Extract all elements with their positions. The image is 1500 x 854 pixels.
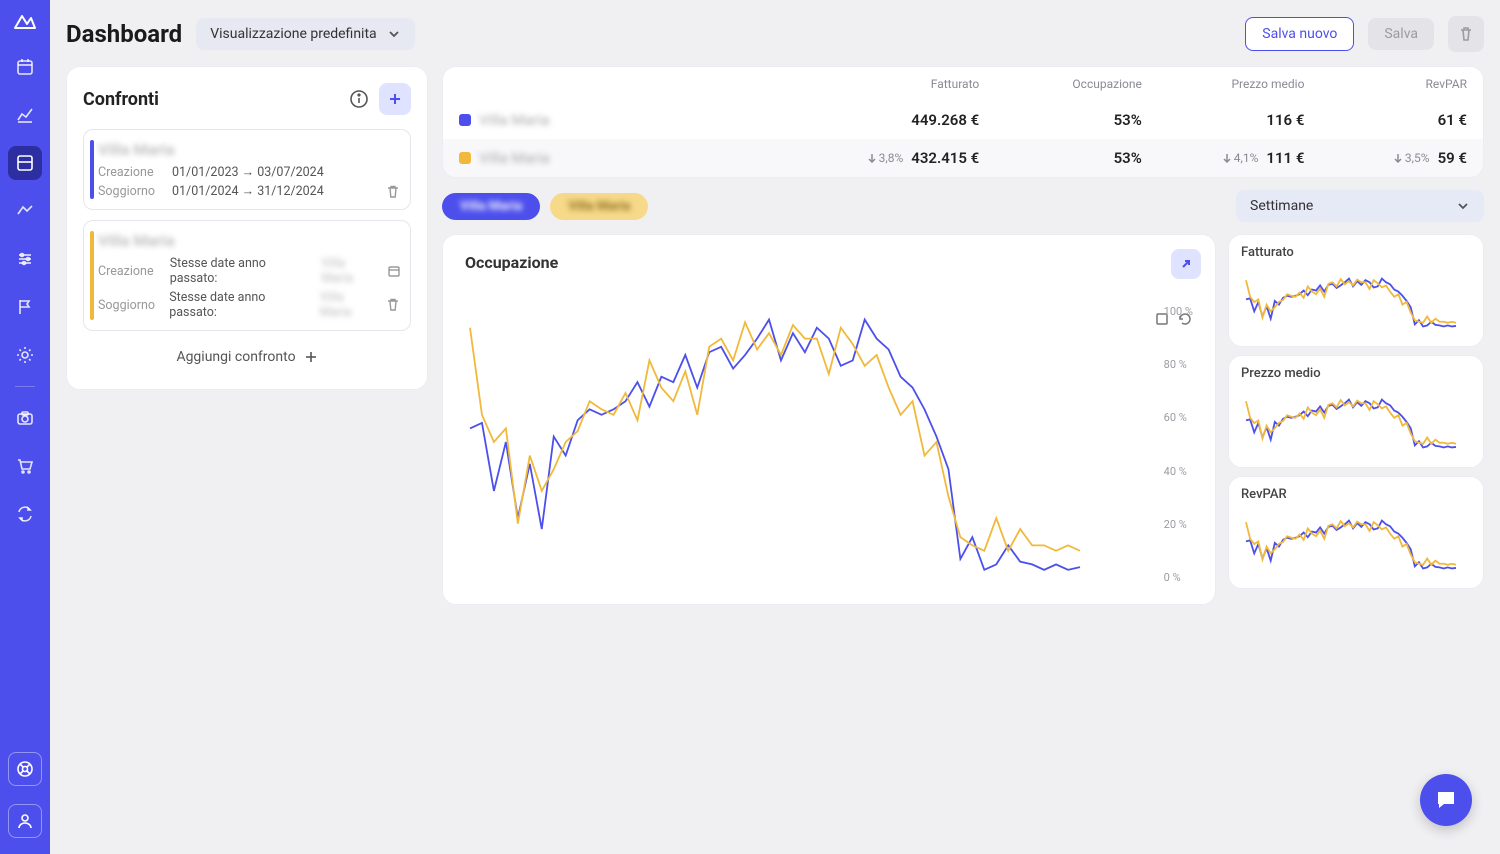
mini-chart-prezzo[interactable]: Prezzo medio: [1228, 355, 1484, 468]
nav-sync-icon[interactable]: [8, 497, 42, 531]
mini-chart-plot: [1241, 508, 1461, 578]
color-stripe: [90, 231, 94, 320]
diff-revpar: 3,5%: [1393, 151, 1430, 165]
nav-user-icon[interactable]: [8, 804, 42, 838]
nav-flag-icon[interactable]: [8, 290, 42, 324]
stats-header-prezzo: Prezzo medio: [1142, 77, 1305, 91]
creazione-prefix: Stesse date anno passato:: [170, 256, 312, 286]
page-title: Dashboard: [66, 20, 182, 48]
soggiorno-value: 01/01/2024 → 31/12/2024: [172, 184, 324, 199]
period-dropdown[interactable]: Settimane: [1236, 190, 1484, 222]
calendar-icon: [388, 265, 400, 277]
confronto-card-2: Villa Maria Creazione Stesse date anno p…: [83, 220, 411, 331]
nav-chart-icon[interactable]: [8, 98, 42, 132]
chat-bubble-button[interactable]: [1420, 774, 1472, 826]
mini-chart-title: Prezzo medio: [1241, 366, 1471, 381]
chevron-down-icon: [387, 27, 401, 41]
creazione-value: 01/01/2023 → 03/07/2024: [172, 165, 324, 180]
stats-row-name: Villa Maria: [479, 149, 550, 167]
nav-cart-icon[interactable]: [8, 449, 42, 483]
nav-dashboard-icon[interactable]: [8, 146, 42, 180]
stats-row-2: Villa Maria 3,8%432.415 € 53% 4,1%111 € …: [443, 139, 1483, 177]
main-chart-plot: [465, 296, 1085, 586]
cell-revpar: 59 €: [1438, 149, 1467, 167]
add-confronto-link[interactable]: Aggiungi confronto: [83, 341, 411, 373]
info-icon[interactable]: [349, 89, 369, 109]
main-chart-title: Occupazione: [465, 253, 1197, 272]
soggiorno-label: Soggiorno: [98, 184, 162, 199]
stats-row-1: Villa Maria 449.268 € 53% 116 € 61 €: [443, 101, 1483, 139]
creazione-blur: Villa Maria: [321, 256, 378, 286]
y-axis-labels: 100 % 80 % 60 % 40 % 20 % 0 %: [1164, 305, 1193, 584]
stats-header-occupazione: Occupazione: [979, 77, 1142, 91]
save-button[interactable]: Salva: [1368, 18, 1434, 50]
main-chart-card: Occupazione 100 % 80 % 60 %: [442, 234, 1216, 605]
confronto-name: Villa Maria: [98, 231, 400, 250]
delete-view-button[interactable]: [1448, 16, 1484, 52]
stats-header-revpar: RevPAR: [1304, 77, 1467, 91]
confronti-title: Confronti: [83, 89, 159, 110]
add-confronto-label: Aggiungi confronto: [176, 349, 295, 365]
confronto-card-1: Villa Maria Creazione 01/01/2023 → 03/07…: [83, 129, 411, 210]
swatch-icon: [459, 152, 471, 164]
delete-confronto-button[interactable]: [386, 298, 400, 312]
cell-occupazione: 53%: [979, 149, 1142, 167]
sidebar-divider: [15, 386, 35, 387]
color-stripe: [90, 140, 94, 199]
cell-fatturato: 432.415 €: [911, 149, 979, 167]
creazione-label: Creazione: [98, 165, 162, 180]
mini-chart-plot: [1241, 387, 1461, 457]
soggiorno-label: Soggiorno: [98, 298, 159, 313]
confronti-panel: Confronti Villa Maria Creazione 01/01/20…: [66, 66, 428, 390]
creazione-label: Creazione: [98, 264, 160, 279]
chevron-down-icon: [1456, 199, 1470, 213]
trash-icon: [1458, 26, 1474, 42]
nav-help-icon[interactable]: [8, 752, 42, 786]
mini-chart-revpar[interactable]: RevPAR: [1228, 476, 1484, 589]
app-logo-icon: [13, 12, 37, 30]
save-new-button[interactable]: Salva nuovo: [1245, 17, 1354, 51]
plus-icon: [304, 350, 318, 364]
cell-prezzo: 111 €: [1266, 149, 1304, 167]
stats-row-name: Villa Maria: [479, 111, 550, 129]
cell-occupazione: 53%: [979, 111, 1142, 129]
add-confronto-button[interactable]: [379, 83, 411, 115]
series-pill-1[interactable]: Villa Maria: [442, 193, 540, 220]
cell-fatturato: 449.268 €: [817, 111, 980, 129]
cell-revpar: 61 €: [1304, 111, 1467, 129]
swatch-icon: [459, 114, 471, 126]
soggiorno-blur: Villa Maria: [320, 290, 376, 320]
mini-chart-title: RevPAR: [1241, 487, 1471, 502]
series-pills-row: Villa Maria Villa Maria Settimane: [442, 190, 1484, 222]
mini-chart-plot: [1241, 266, 1461, 336]
mini-chart-title: Fatturato: [1241, 245, 1471, 260]
chat-icon: [1434, 788, 1458, 812]
view-dropdown[interactable]: Visualizzazione predefinita: [196, 18, 414, 50]
soggiorno-prefix: Stesse date anno passato:: [169, 290, 310, 320]
left-sidebar: [0, 0, 50, 854]
diff-prezzo: 4,1%: [1222, 151, 1259, 165]
expand-chart-button[interactable]: [1171, 249, 1201, 279]
nav-sliders-icon[interactable]: [8, 242, 42, 276]
stats-table: Fatturato Occupazione Prezzo medio RevPA…: [442, 66, 1484, 178]
stats-header-fatturato: Fatturato: [817, 77, 980, 91]
series-pill-2[interactable]: Villa Maria: [550, 193, 648, 220]
nav-gear-icon[interactable]: [8, 338, 42, 372]
confronto-name: Villa Maria: [98, 140, 400, 159]
view-dropdown-label: Visualizzazione predefinita: [210, 26, 376, 42]
diff-fatturato: 3,8%: [867, 151, 904, 165]
top-bar: Dashboard Visualizzazione predefinita Sa…: [66, 16, 1484, 52]
nav-camera-icon[interactable]: [8, 401, 42, 435]
mini-chart-fatturato[interactable]: Fatturato: [1228, 234, 1484, 347]
period-dropdown-label: Settimane: [1250, 198, 1313, 214]
cell-prezzo: 116 €: [1142, 111, 1305, 129]
delete-confronto-button[interactable]: [386, 185, 400, 199]
stats-header-row: Fatturato Occupazione Prezzo medio RevPA…: [443, 67, 1483, 101]
nav-calendar-icon[interactable]: [8, 50, 42, 84]
nav-analytics-icon[interactable]: [8, 194, 42, 228]
